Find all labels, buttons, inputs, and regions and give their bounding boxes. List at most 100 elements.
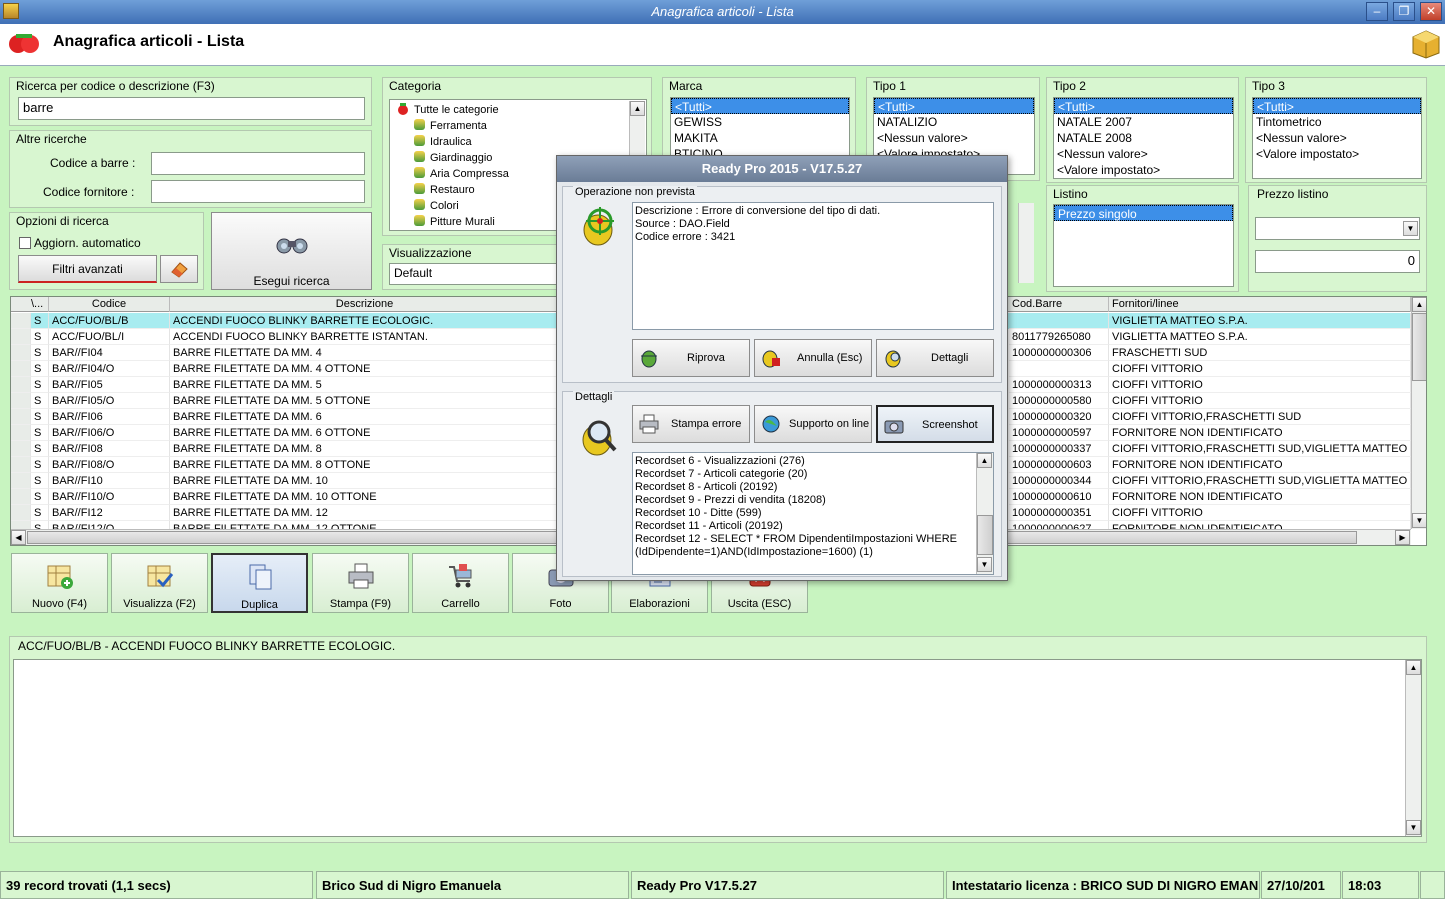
- cell-flag: S: [31, 457, 49, 473]
- type3-list[interactable]: <Tutti> Tintometrico <Nessun valore> <Va…: [1252, 97, 1422, 179]
- row-indicator[interactable]: [11, 505, 31, 521]
- listprice-input[interactable]: 0: [1255, 250, 1420, 273]
- auto-update-checkbox[interactable]: [19, 237, 31, 249]
- new-button[interactable]: Nuovo (F4): [11, 553, 108, 613]
- scroll-right-icon[interactable]: ▶: [1395, 530, 1410, 545]
- row-indicator[interactable]: [11, 345, 31, 361]
- error-scrollbar[interactable]: [1018, 203, 1034, 283]
- supplier-code-label: Codice fornitore :: [43, 185, 135, 199]
- scroll-down-icon[interactable]: ▼: [977, 557, 992, 572]
- list-item[interactable]: <Valore impostato>: [1253, 146, 1421, 162]
- list-item[interactable]: <Tutti>: [874, 98, 1034, 114]
- scroll-thumb[interactable]: [1412, 313, 1426, 381]
- barcode-input[interactable]: [151, 152, 365, 175]
- row-indicator[interactable]: [11, 361, 31, 377]
- cancel-button[interactable]: Annulla (Esc): [754, 339, 872, 377]
- list-item[interactable]: <Nessun valore>: [874, 130, 1034, 146]
- tree-item[interactable]: Idraulica: [394, 134, 646, 150]
- duplicate-button[interactable]: Duplica: [211, 553, 308, 613]
- list-item[interactable]: <Tutti>: [1253, 98, 1421, 114]
- row-indicator[interactable]: [11, 473, 31, 489]
- supplier-code-input[interactable]: [151, 180, 365, 203]
- row-indicator[interactable]: [11, 489, 31, 505]
- scroll-up-icon[interactable]: ▲: [1406, 660, 1421, 675]
- screenshot-button[interactable]: Screenshot: [876, 405, 994, 443]
- print-error-button[interactable]: Stampa errore: [632, 405, 750, 443]
- scroll-thumb[interactable]: [977, 515, 993, 555]
- dropdown-arrow-icon[interactable]: ▼: [1403, 221, 1418, 236]
- list-item[interactable]: NATALE 2008: [1054, 130, 1233, 146]
- cell-suppliers: FORNITORE NON IDENTIFICATO: [1109, 425, 1411, 441]
- row-indicator[interactable]: [11, 377, 31, 393]
- search-panel: Ricerca per codice o descrizione (F3) ba…: [9, 77, 372, 126]
- list-item[interactable]: MAKITA: [671, 130, 849, 146]
- scroll-up-icon[interactable]: ▲: [977, 453, 992, 468]
- column-header[interactable]: Cod.Barre: [1009, 297, 1109, 312]
- cell-desc: BARRE FILETTATE DA MM. 12: [170, 505, 560, 521]
- recordset-log-box[interactable]: Recordset 6 - Visualizzazioni (276) Reco…: [632, 452, 994, 575]
- row-indicator[interactable]: [11, 441, 31, 457]
- row-indicator[interactable]: [11, 393, 31, 409]
- list-item[interactable]: NATALIZIO: [874, 114, 1034, 130]
- list-item[interactable]: GEWISS: [671, 114, 849, 130]
- scroll-up-icon[interactable]: ▲: [1412, 297, 1426, 312]
- details-button[interactable]: Dettagli: [876, 339, 994, 377]
- log-scrollbar[interactable]: ▲ ▼: [976, 453, 993, 574]
- online-support-button[interactable]: Supporto on line: [754, 405, 872, 443]
- category-icon: [414, 151, 425, 162]
- type2-list[interactable]: <Tutti> NATALE 2007 NATALE 2008 <Nessun …: [1053, 97, 1234, 179]
- column-header[interactable]: Descrizione: [170, 297, 560, 312]
- tree-item[interactable]: Ferramenta: [394, 118, 646, 134]
- run-search-button[interactable]: Esegui ricerca: [211, 212, 372, 290]
- scroll-down-icon[interactable]: ▼: [1406, 820, 1421, 835]
- restore-icon[interactable]: ❐: [1393, 2, 1415, 21]
- cell-flag: S: [31, 425, 49, 441]
- error-message-box[interactable]: Descrizione : Errore di conversione del …: [632, 202, 994, 330]
- row-indicator[interactable]: [11, 329, 31, 345]
- column-header[interactable]: \...: [11, 297, 49, 312]
- search-input[interactable]: barre: [18, 97, 365, 120]
- detail-text-area[interactable]: [13, 659, 1422, 837]
- row-indicator[interactable]: [11, 457, 31, 473]
- grid-vscrollbar[interactable]: ▲ ▼: [1411, 297, 1426, 529]
- column-header[interactable]: Fornitori/linee: [1109, 297, 1411, 312]
- list-item[interactable]: Tintometrico: [1253, 114, 1421, 130]
- app-menu-icon[interactable]: [3, 3, 19, 19]
- scroll-left-icon[interactable]: ◀: [11, 530, 26, 545]
- list-item[interactable]: <Valore impostato>: [1054, 162, 1233, 178]
- pricelist-list[interactable]: Prezzo singolo: [1053, 204, 1234, 287]
- cell-code: BAR//FI04: [49, 345, 170, 361]
- retry-button[interactable]: Riprova: [632, 339, 750, 377]
- window-titlebar: Anagrafica articoli - Lista: [0, 0, 1445, 24]
- log-line: Recordset 10 - Ditte (599): [635, 507, 762, 519]
- scroll-up-icon[interactable]: ▲: [630, 101, 645, 116]
- cell-desc: BARRE FILETTATE DA MM. 10 OTTONE: [170, 489, 560, 505]
- list-item[interactable]: <Tutti>: [1054, 98, 1233, 114]
- list-item[interactable]: Prezzo singolo: [1054, 205, 1233, 221]
- cell-code: BAR//FI06/O: [49, 425, 170, 441]
- cart-button[interactable]: Carrello: [412, 553, 509, 613]
- view-button[interactable]: Visualizza (F2): [111, 553, 208, 613]
- row-indicator[interactable]: [11, 313, 31, 329]
- bug-icon: [641, 350, 657, 368]
- scroll-down-icon[interactable]: ▼: [1412, 513, 1426, 528]
- print-button[interactable]: Stampa (F9): [312, 553, 409, 613]
- row-indicator[interactable]: [11, 425, 31, 441]
- minimize-icon[interactable]: –: [1366, 2, 1388, 21]
- box-icon[interactable]: [1411, 29, 1441, 59]
- column-header[interactable]: Codice: [49, 297, 170, 312]
- status-date: 27/10/201: [1261, 871, 1341, 899]
- list-item[interactable]: <Tutti>: [671, 98, 849, 114]
- list-item[interactable]: NATALE 2007: [1054, 114, 1233, 130]
- list-item[interactable]: <Nessun valore>: [1253, 130, 1421, 146]
- list-item[interactable]: <Nessun valore>: [1054, 146, 1233, 162]
- category-icon: [414, 167, 425, 178]
- cell-desc: BARRE FILETTATE DA MM. 5: [170, 377, 560, 393]
- listprice-select[interactable]: [1255, 217, 1420, 240]
- detail-scrollbar[interactable]: ▲ ▼: [1405, 660, 1421, 836]
- tree-item[interactable]: Tutte le categorie: [394, 102, 646, 118]
- advanced-filters-button[interactable]: Filtri avanzati: [18, 255, 157, 283]
- close-icon[interactable]: ✕: [1420, 2, 1442, 21]
- clear-filters-button[interactable]: [160, 255, 198, 283]
- row-indicator[interactable]: [11, 409, 31, 425]
